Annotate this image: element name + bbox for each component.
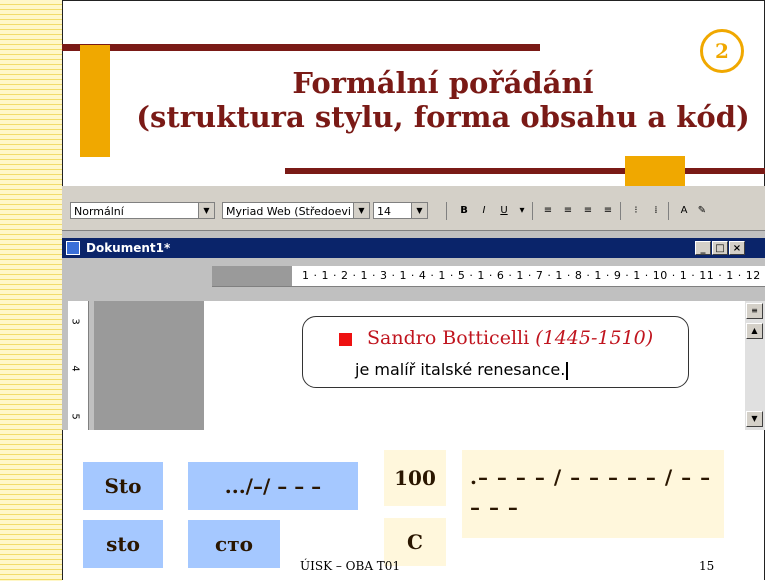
decorative-block-left	[80, 45, 110, 157]
ruler-margin	[212, 266, 292, 286]
align-right-icon[interactable]: ≡	[580, 203, 596, 218]
bold-icon[interactable]: B	[456, 203, 472, 218]
minimize-icon[interactable]: _	[695, 241, 711, 255]
vruler-number: 4	[69, 365, 81, 372]
cell-morse-long: .– – – – / – – – – – / – – – – –	[462, 450, 724, 538]
scroll-up-icon[interactable]: ▲	[746, 323, 763, 339]
scroll-down-icon[interactable]: ▼	[746, 411, 763, 427]
chevron-down-icon[interactable]: ▼	[411, 203, 427, 218]
font-value: Myriad Web (Středoevi	[226, 205, 351, 218]
toolbar-separator	[446, 202, 447, 220]
decorative-bar-top	[62, 44, 540, 51]
word-screenshot: Normální ▼ Myriad Web (Středoevi ▼ 14 ▼ …	[62, 186, 765, 430]
page-margin	[94, 301, 204, 430]
painter-description: je malíř italské renesance.	[355, 360, 569, 380]
toolbar-separator	[620, 202, 621, 220]
decorative-block-right	[625, 156, 685, 186]
bullet-icon	[339, 333, 352, 346]
text-cursor	[566, 361, 569, 380]
slide-title: Formální pořádání	[292, 66, 594, 100]
decorative-stripes	[0, 0, 62, 581]
document-title-bar: Dokument1* _ □ ×	[62, 238, 765, 258]
font-color-icon[interactable]: A	[676, 203, 692, 218]
painter-desc-text: je malíř italské renesance.	[355, 360, 566, 379]
cell-number-100: 100	[384, 450, 446, 506]
font-combo[interactable]: Myriad Web (Středoevi ▼	[222, 202, 370, 219]
style-combo[interactable]: Normální ▼	[70, 202, 215, 219]
formatting-toolbar: Normální ▼ Myriad Web (Středoevi ▼ 14 ▼ …	[62, 186, 765, 231]
slide-footer: ÚISK – OBA T01	[300, 559, 401, 573]
italic-icon[interactable]: I	[476, 203, 492, 218]
style-value: Normální	[74, 205, 124, 218]
document-title: Dokument1*	[86, 241, 171, 255]
chevron-down-icon[interactable]: ▾	[514, 203, 530, 218]
decorative-bar-bottom	[285, 168, 765, 174]
document-icon	[66, 241, 80, 255]
ruler-numbers: 1 · 1 · 2 · 1 · 3 · 1 · 4 · 1 · 5 · 1 · …	[302, 269, 761, 282]
vertical-ruler[interactable]: 3 4 5	[68, 301, 89, 430]
painter-dates: (1445-1510)	[535, 327, 654, 349]
maximize-icon[interactable]: □	[712, 241, 728, 255]
size-combo[interactable]: 14 ▼	[373, 202, 428, 219]
align-center-icon[interactable]: ≡	[560, 203, 576, 218]
chevron-down-icon[interactable]: ▼	[353, 203, 369, 218]
vertical-scrollbar[interactable]: ≡ ▲ ▼	[745, 301, 765, 430]
painter-line: Sandro Botticelli (1445-1510)	[367, 327, 653, 349]
painter-name: Sandro Botticelli	[367, 327, 530, 349]
cell-sto-capital: Sto	[83, 462, 163, 510]
bullets-icon[interactable]: ⁞	[648, 203, 664, 218]
numbering-icon[interactable]: ⁝	[628, 203, 644, 218]
cell-sto-lower: sto	[83, 520, 163, 568]
vruler-number: 5	[69, 413, 81, 420]
toolbar-separator	[668, 202, 669, 220]
align-left-icon[interactable]: ≡	[540, 203, 556, 218]
slide-subtitle: (struktura stylu, forma obsahu a kód)	[136, 100, 750, 134]
underline-icon[interactable]: U	[496, 203, 512, 218]
justify-icon[interactable]: ≡	[600, 203, 616, 218]
highlight-icon[interactable]: ✎	[694, 203, 710, 218]
text-box[interactable]: Sandro Botticelli (1445-1510) je malíř i…	[302, 316, 689, 388]
slide-page-number: 15	[699, 559, 715, 573]
close-icon[interactable]: ×	[729, 241, 745, 255]
vruler-number: 3	[69, 318, 81, 325]
toolbar-separator	[532, 202, 533, 220]
split-icon[interactable]: ≡	[746, 303, 763, 319]
size-value: 14	[377, 205, 391, 218]
horizontal-ruler[interactable]: 1 · 1 · 2 · 1 · 3 · 1 · 4 · 1 · 5 · 1 · …	[212, 266, 765, 287]
cell-cyrillic: сто	[188, 520, 280, 568]
chevron-down-icon[interactable]: ▼	[198, 203, 214, 218]
cell-morse-short: .../–/ – – –	[188, 462, 358, 510]
